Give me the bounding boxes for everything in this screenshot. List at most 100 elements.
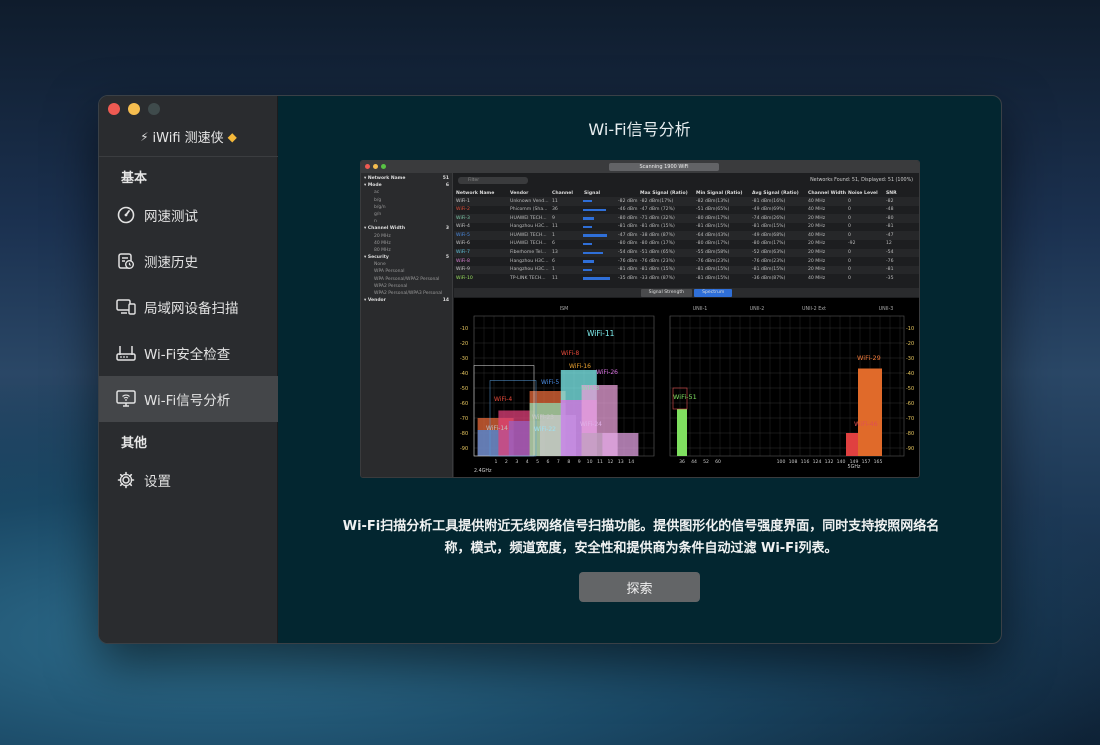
band-label: UNII-2 Ext bbox=[802, 306, 826, 312]
x-tick-label: 12 bbox=[607, 459, 613, 465]
preview-cell-width: 20 MHz bbox=[808, 241, 826, 247]
sidebar-item-history[interactable]: 测速历史 bbox=[99, 238, 278, 284]
x-tick-label: 7 bbox=[557, 459, 560, 465]
preview-filter-item: 40 MHz bbox=[374, 240, 391, 246]
main-content: Wi-Fi信号分析 Scanning 1900 WiFi ▾ Network N… bbox=[278, 96, 1001, 643]
sidebar-item-settings[interactable]: 设置 bbox=[99, 457, 278, 503]
preview-cell-snr: -81 bbox=[886, 267, 894, 273]
preview-filter-item: WPA2 Personal bbox=[374, 283, 408, 289]
preview-cell-min: -82 dBm(13%) bbox=[696, 198, 730, 204]
preview-cell-avg: -74 dBm(26%) bbox=[752, 215, 786, 221]
preview-table-row: WiFi-4 Hangzhou H3C... 11 -81 dBm -81 dBm (1… bbox=[454, 223, 919, 232]
premium-gem-icon[interactable]: ◆ bbox=[228, 130, 237, 144]
preview-cell-snr: -35 bbox=[886, 275, 894, 281]
network-block bbox=[846, 433, 858, 456]
band-label: UNII-2 bbox=[750, 306, 765, 312]
preview-filter-item: ac bbox=[374, 190, 380, 196]
close-window-button[interactable] bbox=[108, 103, 120, 115]
history-icon bbox=[116, 251, 136, 271]
sidebar-item-speed-test[interactable]: 网速测试 bbox=[99, 192, 278, 238]
minimize-window-button[interactable] bbox=[128, 103, 140, 115]
preview-toolbar: Scanning 1900 WiFi bbox=[361, 161, 919, 173]
preview-table-body: WiFi-1 Unknown Vend... 11 -82 dBm -82 dBm(17… bbox=[454, 197, 919, 283]
preview-cell-width: 40 MHz bbox=[808, 232, 826, 238]
preview-cell-max: -81 dBm (15%) bbox=[640, 224, 675, 230]
preview-cell-ch: 36 bbox=[552, 207, 558, 213]
preview-cell-avg: -81 dBm(15%) bbox=[752, 267, 786, 273]
sidebar-item-lan-scan[interactable]: 局域网设备扫描 bbox=[99, 284, 278, 330]
preview-cell-noise: 0 bbox=[848, 275, 851, 281]
preview-cell-vendor: Phicomm (Sha... bbox=[510, 207, 548, 213]
sidebar-item-wifi-security[interactable]: Wi-Fi安全检查 bbox=[99, 330, 278, 376]
preview-title: Scanning 1900 WiFi bbox=[609, 163, 719, 171]
sidebar-item-wifi-analysis[interactable]: Wi-Fi信号分析 bbox=[99, 376, 278, 422]
app-window: ⚡ iWifi 测速侠 ◆ 基本 网速测试 测速历史 局域网设备扫描 Wi-Fi… bbox=[98, 95, 1002, 644]
preview-filter-item: WPA2 Personal/WPA3 Personal bbox=[374, 291, 443, 296]
preview-signal-bar bbox=[583, 217, 594, 220]
preview-cell-vendor: Unknown Vend... bbox=[510, 198, 549, 204]
preview-cell-name: WiFi-4 bbox=[456, 224, 470, 230]
band-label: ISM bbox=[560, 306, 569, 312]
zoom-window-button[interactable] bbox=[148, 103, 160, 115]
sidebar: ⚡ iWifi 测速侠 ◆ 基本 网速测试 测速历史 局域网设备扫描 Wi-Fi… bbox=[99, 96, 278, 643]
preview-table-row: WiFi-8 Hangzhou H3C... 6 -76 dBm -76 dBm (23… bbox=[454, 257, 919, 266]
preview-filter-item: ▾ Channel Width 3 bbox=[364, 226, 449, 232]
preview-cell-min: -51 dBm(65%) bbox=[696, 207, 730, 213]
preview-cell-min: -55 dBm(58%) bbox=[696, 250, 730, 256]
preview-cell-ch: 11 bbox=[552, 224, 558, 230]
preview-spectrum-chart: ISM UNII-1 UNII-2 UNII-2 Ext UNII-3 -10 -10 -20… bbox=[454, 298, 919, 477]
section-label-other: 其他 bbox=[121, 436, 148, 451]
preview-filter-item: n bbox=[374, 219, 377, 225]
explore-button[interactable]: 探索 bbox=[579, 572, 700, 602]
preview-cell-ch: 9 bbox=[552, 215, 555, 221]
preview-cell-vendor: Hangzhou H3C... bbox=[510, 267, 549, 273]
x-tick-label: 1 bbox=[495, 459, 498, 465]
preview-column-header: Noise Level bbox=[848, 190, 878, 196]
router-icon bbox=[116, 343, 136, 363]
preview-cell-noise: 0 bbox=[848, 250, 851, 256]
sidebar-item-label: Wi-Fi信号分析 bbox=[144, 393, 231, 409]
y-tick-label: -70 bbox=[460, 416, 468, 422]
y-tick-label: -90 bbox=[460, 446, 468, 452]
network-label: WiFi-16 bbox=[569, 363, 591, 370]
preview-table-row: WiFi-9 Hangzhou H3C... 1 -81 dBm -81 dBm (15… bbox=[454, 265, 919, 275]
x-tick-label: 108 bbox=[789, 459, 798, 465]
preview-cell-avg: -49 dBm(69%) bbox=[752, 207, 786, 213]
preview-cell-width: 40 MHz bbox=[808, 207, 826, 213]
bolt-icon: ⚡ bbox=[140, 129, 149, 144]
band-24-label: 2.4GHz bbox=[474, 468, 492, 474]
preview-table-row: WiFi-5 HUAWEI TECH... 1 -47 dBm -38 dBm (87%… bbox=[454, 231, 919, 240]
preview-cell-name: WiFi-7 bbox=[456, 250, 470, 256]
preview-filter-item: None bbox=[374, 262, 386, 268]
network-block bbox=[677, 409, 687, 456]
preview-cell-avg: -36 dBm(87%) bbox=[752, 275, 786, 281]
preview-signal-bar bbox=[583, 208, 606, 211]
network-label: WiFi-29 bbox=[857, 354, 881, 362]
preview-cell-avg: -80 dBm(17%) bbox=[752, 241, 786, 247]
network-label: WiFi-14 bbox=[486, 425, 508, 432]
preview-cell-min: -81 dBm(15%) bbox=[696, 224, 730, 230]
preview-column-header: Max Signal (Ratio) bbox=[640, 190, 688, 196]
preview-cell-name: WiFi-2 bbox=[456, 207, 470, 213]
preview-signal-bar bbox=[583, 200, 592, 203]
preview-signal-bar bbox=[583, 268, 592, 272]
network-label: WiFi-11 bbox=[587, 329, 615, 338]
y-tick-label: -80 bbox=[460, 431, 468, 437]
preview-cell-min: -81 dBm(15%) bbox=[696, 275, 730, 281]
preview-cell-vendor: TP-LINK TECH... bbox=[510, 275, 546, 281]
section-label-basic: 基本 bbox=[121, 171, 148, 186]
preview-cell-snr: 12 bbox=[886, 241, 892, 247]
network-label: WiFi-8 bbox=[561, 350, 579, 357]
preview-network-table: Filter Networks Found: 51, Displayed: 51… bbox=[454, 173, 919, 285]
x-tick-label: 124 bbox=[813, 459, 822, 465]
preview-view-tabs: Signal Strength Spectrum bbox=[454, 288, 919, 297]
preview-cell-noise: 0 bbox=[848, 198, 851, 204]
preview-cell-noise: -92 bbox=[848, 241, 856, 247]
preview-cell-vendor: Fiberhome Tel... bbox=[510, 250, 547, 256]
band-5-label: 5GHz bbox=[848, 464, 861, 470]
preview-table-row: WiFi-7 Fiberhome Tel... 13 -54 dBm -51 dBm (… bbox=[454, 248, 919, 258]
x-tick-label: 10 bbox=[587, 459, 593, 465]
preview-cell-max: -47 dBm (72%) bbox=[640, 207, 675, 213]
speedometer-icon bbox=[116, 205, 136, 225]
preview-cell-width: 20 MHz bbox=[808, 215, 826, 221]
